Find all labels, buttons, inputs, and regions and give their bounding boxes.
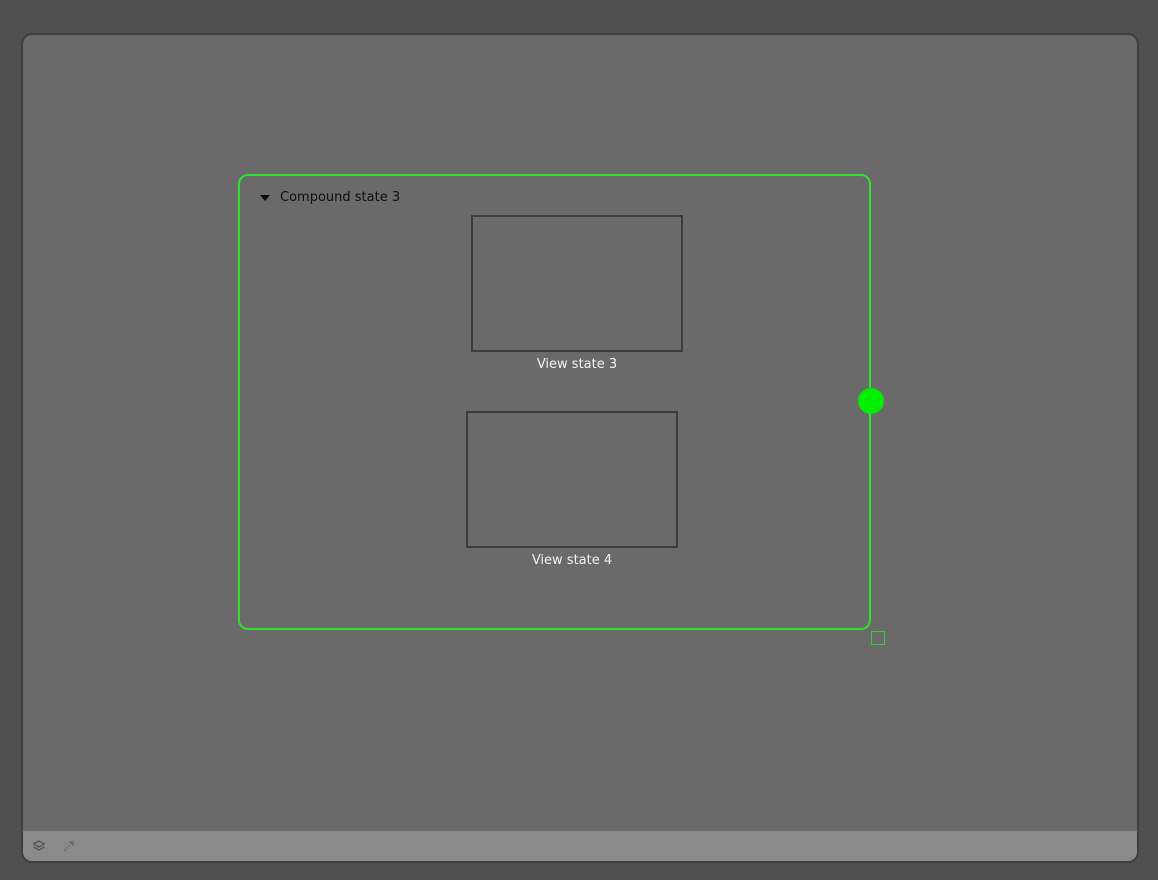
state-canvas[interactable]: Compound state 3 View state 3 View state… [23, 35, 1137, 831]
editor-window: Compound state 3 View state 3 View state… [21, 33, 1139, 863]
bottom-toolbar [23, 831, 1137, 861]
layers-icon[interactable] [31, 838, 47, 854]
view-state-label: View state 3 [536, 357, 618, 372]
view-state-box[interactable] [466, 411, 678, 548]
connection-handle[interactable] [858, 388, 884, 414]
view-state-3[interactable]: View state 3 [471, 215, 683, 372]
arrow-up-right-icon[interactable] [61, 838, 77, 854]
compound-state-header[interactable]: Compound state 3 [260, 190, 400, 206]
caret-down-icon[interactable] [260, 195, 270, 201]
view-state-box[interactable] [471, 215, 683, 352]
compound-state[interactable]: Compound state 3 View state 3 View state… [238, 174, 871, 630]
view-state-label: View state 4 [531, 553, 613, 568]
view-state-4[interactable]: View state 4 [466, 411, 678, 568]
resize-handle[interactable] [871, 631, 885, 645]
compound-state-title: Compound state 3 [280, 190, 401, 205]
